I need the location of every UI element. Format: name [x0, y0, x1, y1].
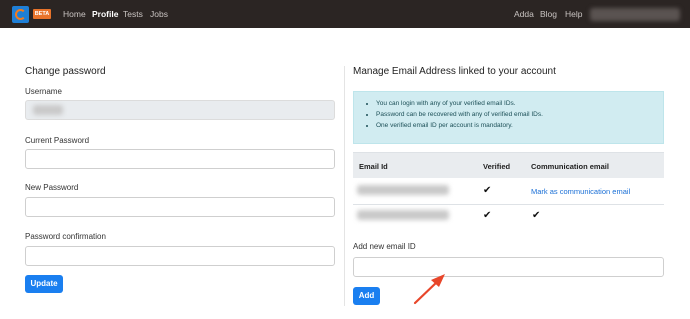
change-password-title: Change password: [25, 66, 106, 77]
nav-blog[interactable]: Blog: [540, 9, 557, 19]
info-item: Password can be recovered with any of ve…: [376, 109, 543, 120]
email-value-blurred: [357, 210, 449, 220]
add-email-input[interactable]: [353, 257, 664, 277]
nav-home[interactable]: Home: [63, 9, 86, 19]
row-divider: [353, 204, 664, 205]
header-email-id: Email Id: [359, 162, 388, 171]
password-confirmation-label: Password confirmation: [25, 232, 106, 241]
nav-help[interactable]: Help: [565, 9, 582, 19]
communication-check-icon: ✔: [532, 210, 541, 221]
email-value-blurred: [357, 185, 449, 195]
top-navbar: BETA Home Profile Tests Jobs Adda Blog H…: [0, 0, 690, 28]
beta-badge: BETA: [33, 9, 51, 19]
current-password-input[interactable]: [25, 149, 335, 169]
app-logo-icon[interactable]: [12, 6, 29, 23]
new-password-input[interactable]: [25, 197, 335, 217]
mark-communication-link[interactable]: Mark as communication email: [531, 187, 630, 196]
username-label: Username: [25, 87, 62, 96]
manage-email-title: Manage Email Address linked to your acco…: [353, 66, 556, 77]
username-value-blurred: [33, 105, 63, 115]
password-confirmation-input[interactable]: [25, 246, 335, 266]
verified-check-icon: ✔: [483, 185, 492, 196]
red-arrow-icon: [413, 274, 445, 305]
nav-tests[interactable]: Tests: [123, 9, 143, 19]
nav-profile[interactable]: Profile: [92, 9, 118, 19]
username-field: [25, 100, 335, 120]
column-divider: [344, 66, 345, 306]
header-verified: Verified: [483, 162, 511, 171]
current-password-label: Current Password: [25, 136, 90, 145]
info-item: You can login with any of your verified …: [376, 98, 543, 109]
verified-check-icon: ✔: [483, 210, 492, 221]
new-password-label: New Password: [25, 183, 79, 192]
info-item: One verified email ID per account is man…: [376, 120, 543, 131]
header-communication-email: Communication email: [531, 162, 609, 171]
nav-adda[interactable]: Adda: [514, 9, 534, 19]
info-alert: You can login with any of your verified …: [353, 91, 664, 144]
user-menu-blurred[interactable]: [590, 8, 680, 21]
add-email-button[interactable]: Add: [353, 287, 380, 305]
email-table-header: Email Id Verified Communication email: [353, 152, 664, 178]
update-button[interactable]: Update: [25, 275, 63, 293]
add-email-label: Add new email ID: [353, 242, 416, 251]
nav-jobs[interactable]: Jobs: [150, 9, 168, 19]
